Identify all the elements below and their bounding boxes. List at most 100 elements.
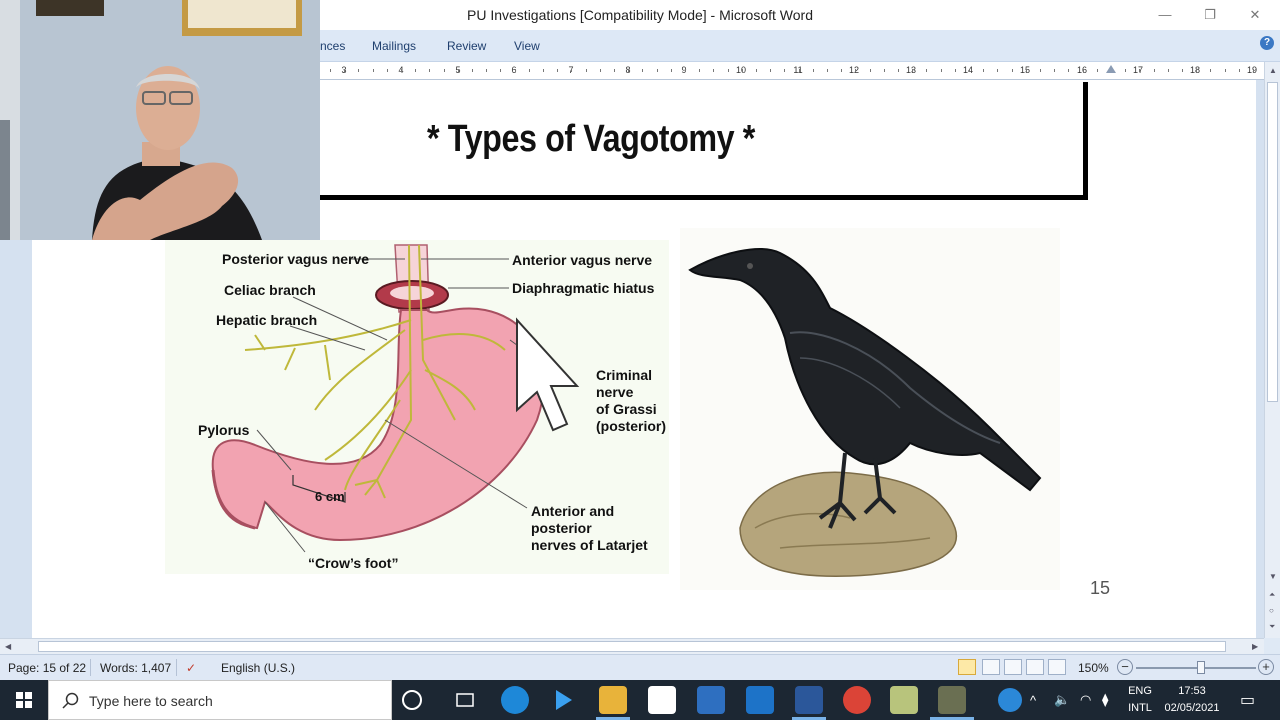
ruler-tick [528, 69, 530, 72]
store-icon[interactable] [697, 686, 725, 714]
chrome-icon[interactable] [843, 686, 871, 714]
presenter-video [0, 0, 320, 240]
horizontal-ruler[interactable]: 3 4 5 6 7 8 9 10 11 12 13 14 15 16 17 18… [320, 62, 1264, 80]
tab-view[interactable]: View [514, 39, 540, 53]
ruler-tick [1025, 69, 1027, 72]
zoom-in-button[interactable]: + [1258, 659, 1274, 675]
restore-button[interactable]: ❐ [1195, 4, 1225, 26]
file-explorer-icon[interactable] [599, 686, 627, 714]
ruler-tick [1040, 69, 1041, 72]
zoom-out-button[interactable]: − [1117, 659, 1133, 675]
ruler-tick [912, 69, 914, 72]
horizontal-scrollbar[interactable]: ◀ ▶ [0, 638, 1264, 654]
ruler-tick [954, 69, 956, 72]
horizontal-scroll-thumb[interactable] [38, 641, 1226, 652]
ruler-tick [571, 69, 573, 72]
web-layout-button[interactable] [1004, 659, 1022, 675]
ruler-tick [401, 69, 402, 72]
ruler-tick [372, 69, 374, 72]
notifications-icon[interactable]: ▭ [1240, 690, 1255, 710]
chevron-up-icon[interactable]: ^ [1030, 693, 1036, 708]
notes-app-icon[interactable] [890, 686, 918, 714]
start-button[interactable] [0, 680, 48, 720]
language-indicator[interactable]: English (U.S.) [221, 661, 295, 675]
cortana-icon[interactable] [402, 690, 422, 710]
ruler-tick [756, 69, 757, 72]
ruler-tick [1210, 69, 1212, 72]
ruler-tick [344, 69, 346, 72]
search-icon [62, 692, 79, 709]
visual-studio-icon[interactable] [550, 686, 578, 714]
scroll-right-icon[interactable]: ▶ [1252, 642, 1258, 651]
ruler-tick [1125, 69, 1127, 72]
ruler-tick [457, 69, 459, 72]
status-separator [90, 659, 91, 676]
ruler-tick [741, 69, 743, 72]
scroll-left-icon[interactable]: ◀ [5, 642, 11, 651]
help-icon[interactable]: ? [1260, 36, 1274, 50]
browse-object-icon[interactable]: ○ [1269, 606, 1274, 615]
right-indent-marker[interactable] [1106, 65, 1116, 73]
ruler-tick [770, 69, 772, 72]
ruler-tick [1054, 69, 1056, 72]
zoom-slider-thumb[interactable] [1197, 661, 1205, 674]
ruler-tick [841, 69, 843, 72]
ruler-tick [827, 69, 828, 72]
edge-icon[interactable] [501, 686, 529, 714]
slide-heading: * Types of Vagotomy * [427, 118, 755, 160]
taskbar-search-box[interactable]: Type here to search [48, 680, 392, 720]
ruler-tick [940, 69, 942, 72]
help-tray-icon[interactable] [998, 688, 1022, 712]
input-language-bottom[interactable]: INTL [1126, 702, 1154, 714]
input-language-top[interactable]: ENG [1126, 685, 1154, 697]
clock-time[interactable]: 17:53 [1160, 685, 1224, 697]
ruler-tick [812, 69, 814, 72]
zoom-level[interactable]: 150% [1078, 661, 1109, 675]
wifi-icon[interactable]: ◠ [1080, 692, 1091, 708]
outline-button[interactable] [1026, 659, 1044, 675]
proofing-icon[interactable]: ✓ [186, 661, 196, 675]
ruler-tick [713, 69, 715, 72]
ruler-number: 12 [848, 65, 860, 75]
amazon-icon[interactable] [648, 686, 676, 714]
ruler-tick [784, 69, 786, 72]
ruler-number: 13 [905, 65, 917, 75]
volume-icon[interactable]: 🔈 [1054, 692, 1070, 708]
previous-page-icon[interactable]: ⏶ [1269, 590, 1275, 600]
zoom-slider[interactable] [1136, 667, 1256, 669]
full-screen-reading-button[interactable] [982, 659, 1000, 675]
label-six-cm: 6 cm [315, 489, 345, 504]
task-view-icon[interactable] [451, 686, 479, 714]
page-count[interactable]: Page: 15 of 22 [8, 661, 86, 675]
ruler-number: 17 [1132, 65, 1144, 75]
tab-mailings[interactable]: Mailings [372, 39, 416, 53]
close-button[interactable]: ✕ [1240, 4, 1270, 26]
ruler-tick [443, 69, 445, 72]
word-count[interactable]: Words: 1,407 [100, 661, 171, 675]
windows-icon [16, 692, 32, 708]
vertical-scrollbar[interactable]: ▲ ▼ ⏶ ○ ⏷ [1264, 62, 1280, 638]
print-layout-button[interactable] [958, 659, 976, 675]
ruler-tick [1139, 69, 1141, 72]
scroll-up-icon[interactable]: ▲ [1269, 66, 1277, 75]
ruler-tick [614, 69, 615, 72]
ruler-tick [1011, 69, 1013, 72]
mail-icon[interactable] [746, 686, 774, 714]
page-number: 15 [1090, 578, 1111, 598]
ruler-tick [628, 69, 630, 72]
search-placeholder: Type here to search [89, 693, 213, 709]
tab-review[interactable]: Review [447, 39, 486, 53]
minimize-button[interactable]: — [1150, 4, 1180, 26]
vertical-scroll-thumb[interactable] [1267, 82, 1278, 402]
draft-button[interactable] [1048, 659, 1066, 675]
word-icon[interactable] [795, 686, 823, 714]
label-posterior-vagus: Posterior vagus nerve [222, 251, 370, 267]
camera-app-icon[interactable] [938, 686, 966, 714]
ruler-tick [1196, 69, 1198, 72]
clock-date[interactable]: 02/05/2021 [1160, 702, 1224, 714]
next-page-icon[interactable]: ⏷ [1269, 622, 1275, 632]
webcam-overlay [0, 0, 320, 240]
scroll-down-icon[interactable]: ▼ [1269, 572, 1277, 581]
tab-references[interactable]: nces [320, 39, 345, 53]
dropbox-icon[interactable]: ⧫ [1102, 692, 1108, 708]
